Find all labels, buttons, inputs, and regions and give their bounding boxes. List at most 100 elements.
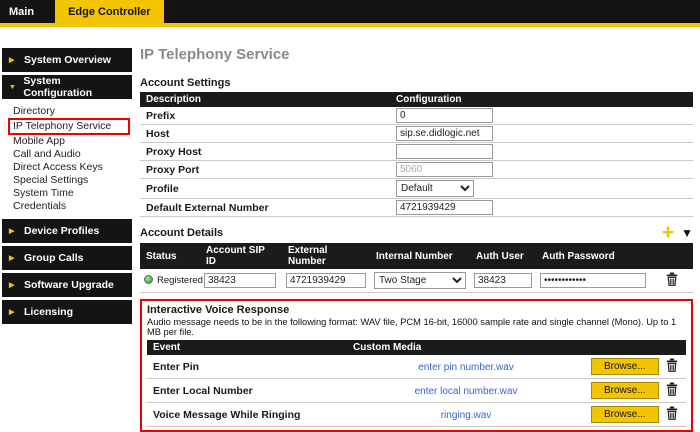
column-header: Status xyxy=(140,243,200,269)
delete-media-button[interactable] xyxy=(666,358,678,372)
sidebar-item-software-upgrade[interactable]: ▶ Software Upgrade xyxy=(2,273,132,297)
ivr-format-note: Audio message needs to be in the followi… xyxy=(147,317,686,337)
table-row: Registered Two Stage xyxy=(140,269,693,293)
sidebar-item-credentials[interactable]: Credentials xyxy=(10,200,132,213)
prefix-input[interactable] xyxy=(396,108,493,123)
trash-icon xyxy=(666,272,678,286)
media-file-link[interactable]: enter pin number.wav xyxy=(418,362,514,373)
sidebar-item-directory[interactable]: Directory xyxy=(10,105,132,118)
sidebar-item-direct-access-keys[interactable]: Direct Access Keys xyxy=(10,161,132,174)
column-header: Configuration xyxy=(390,92,693,107)
auth-password-input[interactable] xyxy=(540,273,646,288)
setting-label: Host xyxy=(140,125,390,143)
media-file-link[interactable]: ringing.wav xyxy=(441,410,492,421)
main-content: IP Telephony Service Account Settings De… xyxy=(140,46,693,432)
ivr-annotation-box: Interactive Voice Response Audio message… xyxy=(140,299,693,432)
table-row: Prefix xyxy=(140,107,693,125)
ivr-event-label: Voice Message While Ringing xyxy=(147,403,347,427)
chevron-right-icon: ▶ xyxy=(9,227,18,235)
profile-select[interactable]: Default xyxy=(396,180,474,197)
chevron-down-icon: ▼ xyxy=(9,84,17,91)
registered-status-icon xyxy=(144,275,153,284)
sidebar-item-special-settings[interactable]: Special Settings xyxy=(10,174,132,187)
column-header: Event xyxy=(147,340,347,355)
chevron-right-icon: ▶ xyxy=(9,254,18,262)
section-title-account-settings: Account Settings xyxy=(140,77,693,89)
sidebar-item-mobile-app[interactable]: Mobile App xyxy=(10,135,132,148)
table-row: Host xyxy=(140,125,693,143)
sidebar-item-ip-telephony-service[interactable]: IP Telephony Service xyxy=(8,118,130,135)
sidebar-item-label: System Configuration xyxy=(23,75,125,99)
section-title-account-details: Account Details xyxy=(140,227,223,239)
trash-icon xyxy=(666,358,678,372)
sidebar-item-system-overview[interactable]: ▶ System Overview xyxy=(2,48,132,72)
host-input[interactable] xyxy=(396,126,493,141)
column-header: Auth Password xyxy=(536,243,651,269)
sidebar-item-group-calls[interactable]: ▶ Group Calls xyxy=(2,246,132,270)
sidebar-item-system-time[interactable]: System Time xyxy=(10,187,132,200)
sidebar-item-label: Device Profiles xyxy=(24,225,99,237)
browse-button[interactable]: Browse... xyxy=(591,358,659,375)
table-row: Proxy Host xyxy=(140,143,693,161)
chevron-right-icon: ▶ xyxy=(9,281,18,289)
sidebar-item-device-profiles[interactable]: ▶ Device Profiles xyxy=(2,219,132,243)
proxy-port-input[interactable] xyxy=(396,162,493,177)
column-header: External Number xyxy=(282,243,370,269)
table-row: Default External Number xyxy=(140,199,693,217)
chevron-right-icon: ▶ xyxy=(9,308,18,316)
auth-user-input[interactable] xyxy=(474,273,532,288)
account-dropdown-button[interactable]: ▼ xyxy=(681,225,693,241)
setting-label: Proxy Port xyxy=(140,161,390,179)
setting-label: Proxy Host xyxy=(140,143,390,161)
column-header: Account SIP ID xyxy=(200,243,282,269)
sidebar-item-label: Software Upgrade xyxy=(24,279,114,291)
browse-button[interactable]: Browse... xyxy=(591,382,659,399)
section-title-ivr: Interactive Voice Response xyxy=(147,304,686,316)
column-header xyxy=(651,243,693,269)
table-row: Profile Default xyxy=(140,179,693,199)
tab-edge-controller[interactable]: Edge Controller xyxy=(55,0,164,23)
ivr-event-label: Enter Pin xyxy=(147,355,347,379)
trash-icon xyxy=(666,406,678,420)
proxy-host-input[interactable] xyxy=(396,144,493,159)
delete-media-button[interactable] xyxy=(666,406,678,420)
account-details-table: Status Account SIP ID External Number In… xyxy=(140,243,693,293)
ivr-table: Event Custom Media Enter Pin enter pin n… xyxy=(147,340,686,427)
sidebar-item-label: Group Calls xyxy=(24,252,84,264)
media-file-link[interactable]: enter local number.wav xyxy=(415,386,518,397)
sidebar-item-label: Licensing xyxy=(24,306,73,318)
top-bar: Main Edge Controller xyxy=(0,0,700,27)
column-header: Description xyxy=(140,92,390,107)
delete-media-button[interactable] xyxy=(666,382,678,396)
ivr-event-label: Enter Local Number xyxy=(147,379,347,403)
status-badge: Registered xyxy=(157,275,203,286)
column-header: Internal Number xyxy=(370,243,470,269)
table-row: Voice Message While Ringing ringing.wav … xyxy=(147,403,686,427)
sidebar-item-call-and-audio[interactable]: Call and Audio xyxy=(10,148,132,161)
sidebar-item-licensing[interactable]: ▶ Licensing xyxy=(2,300,132,324)
table-row: Enter Pin enter pin number.wav Browse... xyxy=(147,355,686,379)
sidebar-subitems: Directory IP Telephony Service Mobile Ap… xyxy=(2,102,132,219)
add-account-button[interactable]: + xyxy=(662,225,674,241)
sidebar-item-label: System Overview xyxy=(24,54,111,66)
account-sip-id-input[interactable] xyxy=(204,273,276,288)
delete-account-button[interactable] xyxy=(666,272,678,286)
setting-label: Default External Number xyxy=(140,199,390,217)
browse-button[interactable]: Browse... xyxy=(591,406,659,423)
sidebar-item-system-configuration[interactable]: ▼ System Configuration xyxy=(2,75,132,99)
internal-number-select[interactable]: Two Stage xyxy=(374,272,466,289)
account-settings-table: Description Configuration Prefix Host Pr… xyxy=(140,92,693,217)
table-row: Proxy Port xyxy=(140,161,693,179)
table-row: Enter Local Number enter local number.wa… xyxy=(147,379,686,403)
column-header: Custom Media xyxy=(347,340,686,355)
sidebar: ▶ System Overview ▼ System Configuration… xyxy=(2,48,132,327)
external-number-input[interactable] xyxy=(286,273,366,288)
setting-label: Profile xyxy=(140,179,390,199)
chevron-right-icon: ▶ xyxy=(9,56,18,64)
page-title: IP Telephony Service xyxy=(140,46,693,63)
setting-label: Prefix xyxy=(140,107,390,125)
column-header: Auth User xyxy=(470,243,536,269)
tab-main[interactable]: Main xyxy=(0,0,43,23)
default-external-number-input[interactable] xyxy=(396,200,493,215)
trash-icon xyxy=(666,382,678,396)
